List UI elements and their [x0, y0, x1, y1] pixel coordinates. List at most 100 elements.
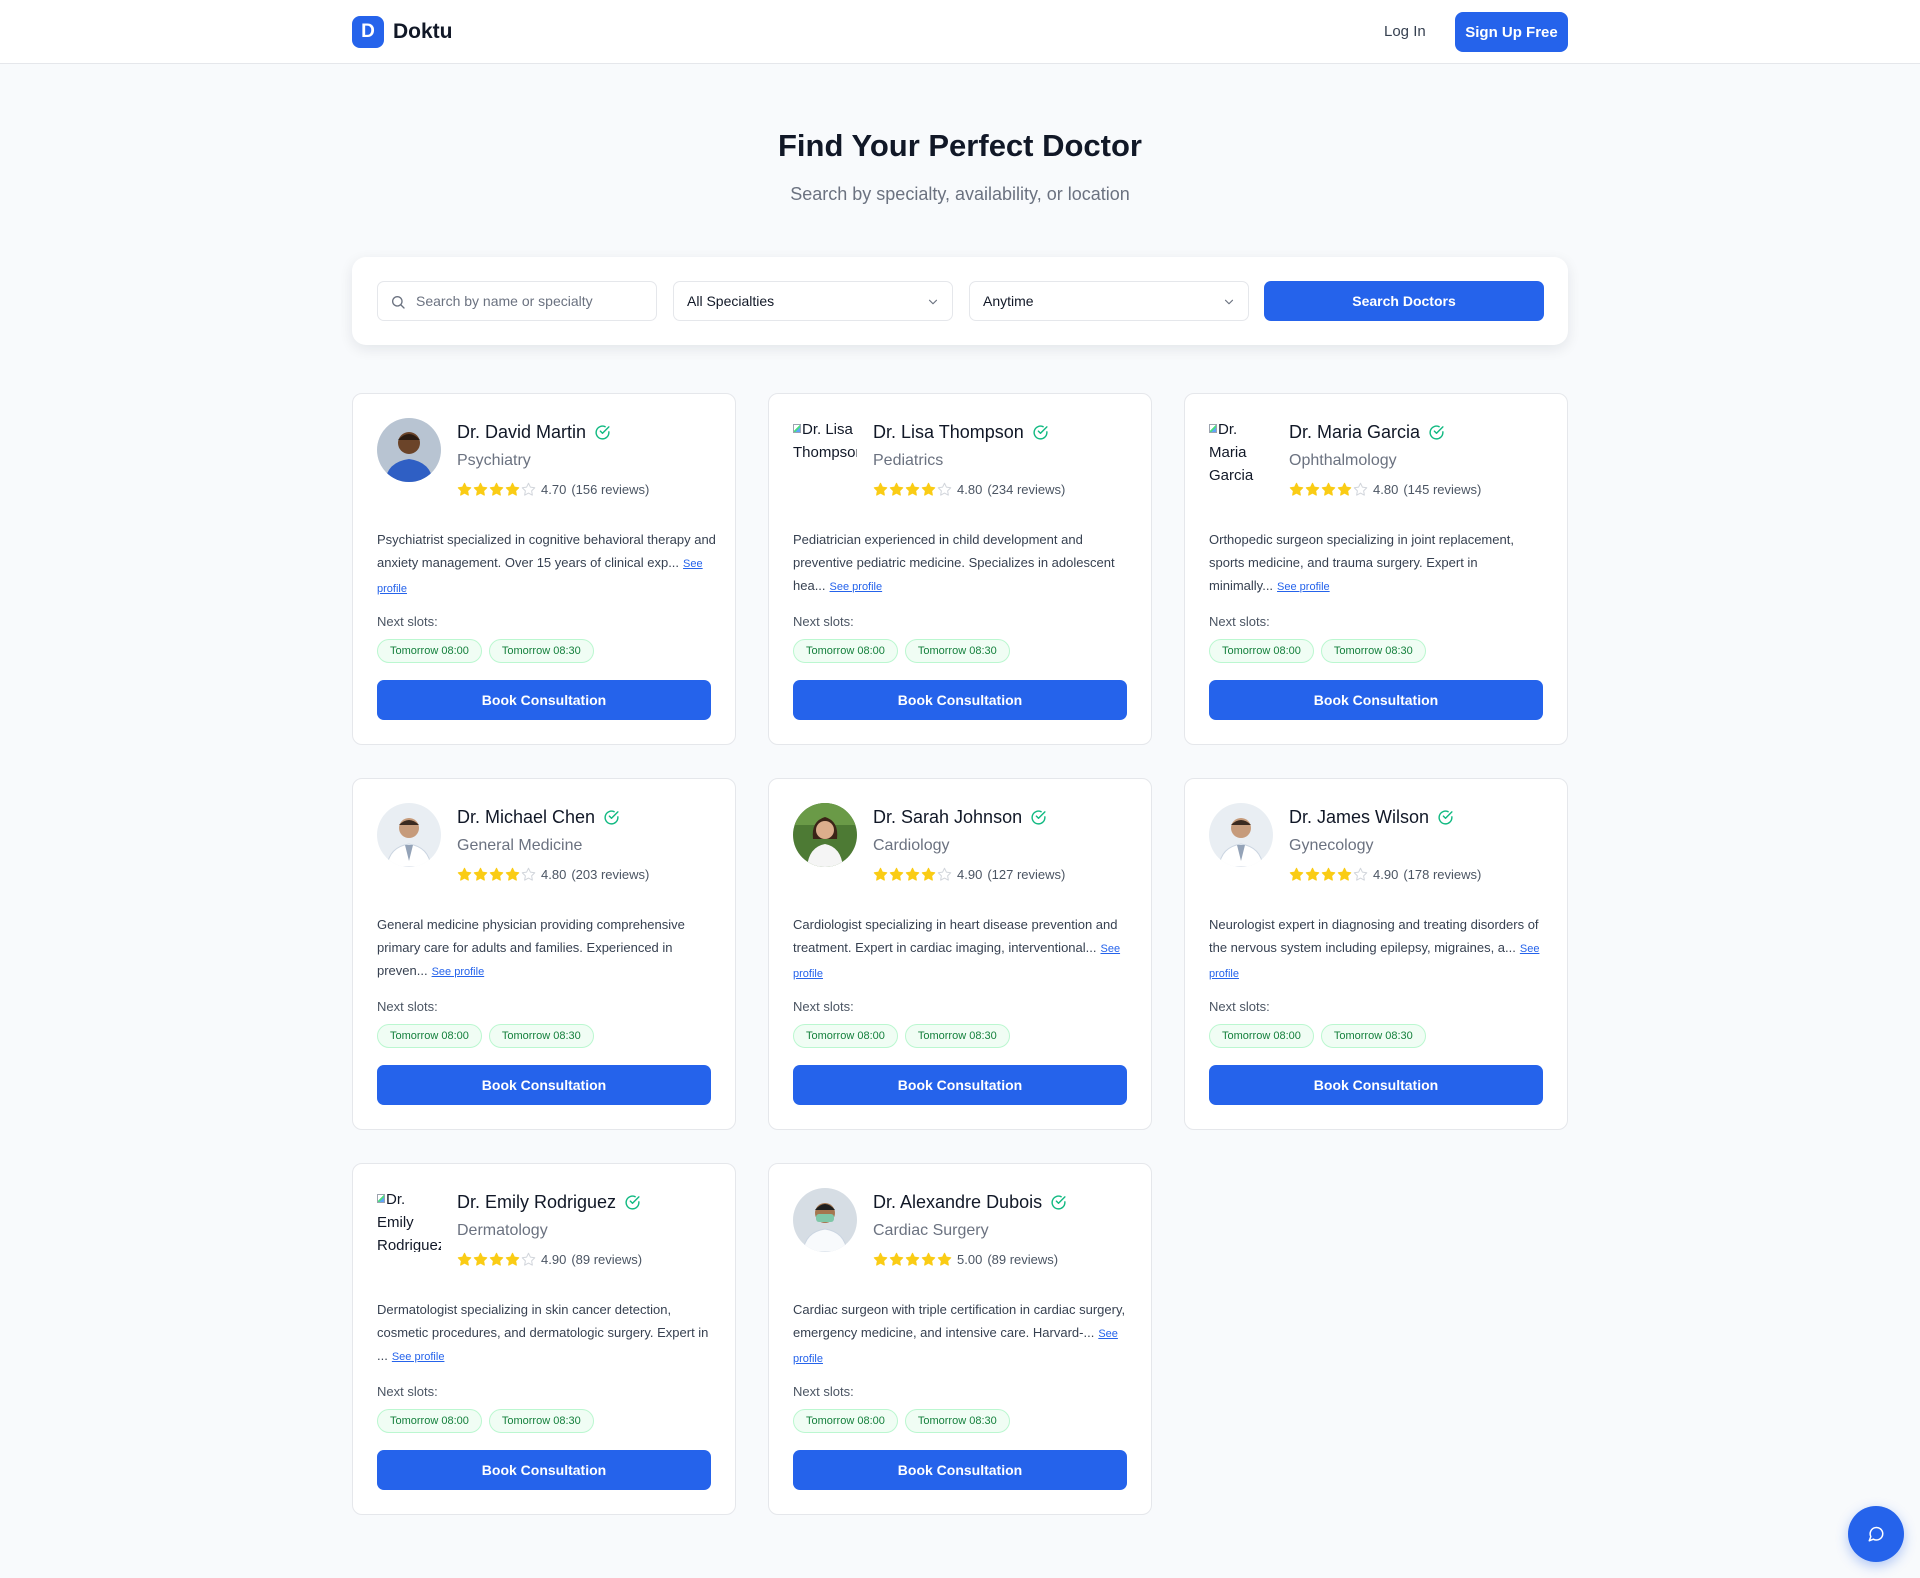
doctor-avatar-broken[interactable]: Dr. Lisa Thompson: [793, 418, 857, 482]
book-consultation-button[interactable]: Book Consultation: [1209, 1065, 1543, 1105]
verified-check-icon: [1438, 810, 1453, 825]
book-consultation-button[interactable]: Book Consultation: [793, 680, 1127, 720]
doctor-name[interactable]: Dr. Alexandre Dubois: [873, 1192, 1042, 1213]
slot-chip[interactable]: Tomorrow 08:30: [488, 1409, 594, 1433]
slot-chip[interactable]: Tomorrow 08:00: [793, 639, 898, 663]
search-field[interactable]: [377, 281, 657, 321]
doctor-avatar[interactable]: [793, 1188, 857, 1252]
slot-chip[interactable]: Tomorrow 08:00: [1209, 1024, 1314, 1048]
star-empty-icon: [1353, 867, 1368, 881]
doctor-name[interactable]: Dr. James Wilson: [1289, 807, 1429, 828]
doctor-name[interactable]: Dr. Sarah Johnson: [873, 807, 1022, 828]
slot-chip[interactable]: Tomorrow 08:00: [377, 639, 482, 663]
broken-image-icon: [793, 424, 801, 433]
doctor-name[interactable]: Dr. David Martin: [457, 422, 586, 443]
book-consultation-button[interactable]: Book Consultation: [377, 1065, 711, 1105]
next-slots-label: Next slots:: [793, 1384, 854, 1399]
rating-value: 4.90: [541, 1252, 567, 1267]
book-consultation-button[interactable]: Book Consultation: [1209, 680, 1543, 720]
availability-select[interactable]: Anytime: [969, 281, 1249, 321]
specialty-select-value: All Specialties: [687, 293, 775, 309]
doctor-name-row: Dr. Maria Garcia: [1289, 422, 1445, 443]
doctor-description-text: Cardiac surgeon with triple certificatio…: [793, 1302, 1126, 1340]
slot-chip[interactable]: Tomorrow 08:00: [377, 1024, 482, 1048]
doctor-description: General medicine physician providing com…: [377, 913, 717, 984]
doctor-cards-grid: Dr. David Martin Psychiatry 4.70 (156 re…: [352, 393, 1568, 1515]
star-filled-icon: [473, 1252, 488, 1266]
rating-stars: [1289, 482, 1368, 497]
slot-chip[interactable]: Tomorrow 08:30: [904, 1409, 1010, 1433]
doctor-card: Dr. Sarah Johnson Cardiology 4.90 (127 r…: [768, 778, 1152, 1130]
avatar-alt-text: Dr. Emily Rodriguez: [377, 1191, 441, 1252]
doctor-name-row: Dr. Sarah Johnson: [873, 807, 1047, 828]
star-filled-icon: [937, 1252, 952, 1266]
doctor-avatar[interactable]: [1209, 803, 1273, 867]
star-filled-icon: [873, 482, 888, 496]
search-input[interactable]: [416, 282, 646, 320]
brand[interactable]: D Doktu: [352, 16, 453, 48]
rating-value: 4.80: [541, 867, 567, 882]
doctor-rating: 4.90 (127 reviews): [873, 867, 1065, 882]
doctor-avatar[interactable]: [377, 803, 441, 867]
star-filled-icon: [457, 867, 472, 881]
slot-chip[interactable]: Tomorrow 08:30: [1320, 1024, 1426, 1048]
star-filled-icon: [921, 482, 936, 496]
see-profile-link[interactable]: See profile: [1277, 581, 1330, 593]
star-filled-icon: [873, 1252, 888, 1266]
star-filled-icon: [889, 1252, 904, 1266]
doctor-description: Dermatologist specializing in skin cance…: [377, 1298, 717, 1369]
slot-chip[interactable]: Tomorrow 08:30: [904, 1024, 1010, 1048]
doctor-avatar-broken[interactable]: Dr. Maria Garcia: [1209, 418, 1273, 482]
slot-chip[interactable]: Tomorrow 08:00: [1209, 639, 1314, 663]
doctor-card: Dr. James Wilson Gynecology 4.90 (178 re…: [1184, 778, 1568, 1130]
slot-chip[interactable]: Tomorrow 08:00: [793, 1024, 898, 1048]
doctor-name[interactable]: Dr. Michael Chen: [457, 807, 595, 828]
doctor-rating: 5.00 (89 reviews): [873, 1252, 1058, 1267]
doctor-name[interactable]: Dr. Lisa Thompson: [873, 422, 1024, 443]
doctor-rating: 4.70 (156 reviews): [457, 482, 649, 497]
doctor-avatar-broken[interactable]: Dr. Emily Rodriguez: [377, 1188, 441, 1252]
rating-value: 4.70: [541, 482, 567, 497]
book-consultation-button[interactable]: Book Consultation: [377, 680, 711, 720]
slot-chip[interactable]: Tomorrow 08:30: [904, 639, 1010, 663]
doctor-name[interactable]: Dr. Emily Rodriguez: [457, 1192, 616, 1213]
slot-chip[interactable]: Tomorrow 08:00: [793, 1409, 898, 1433]
login-link[interactable]: Log In: [1384, 23, 1426, 40]
see-profile-link[interactable]: See profile: [830, 581, 883, 593]
chevron-down-icon: [1224, 299, 1234, 305]
doctor-photo-icon: [793, 1188, 857, 1252]
rating-value: 5.00: [957, 1252, 983, 1267]
doctor-name[interactable]: Dr. Maria Garcia: [1289, 422, 1420, 443]
next-slots-label: Next slots:: [377, 614, 438, 629]
star-filled-icon: [457, 1252, 472, 1266]
verified-check-icon: [625, 1195, 640, 1210]
slots-list: Tomorrow 08:00 Tomorrow 08:30: [377, 1409, 594, 1433]
see-profile-link[interactable]: See profile: [432, 966, 485, 978]
slot-chip[interactable]: Tomorrow 08:30: [488, 1024, 594, 1048]
book-consultation-button[interactable]: Book Consultation: [377, 1450, 711, 1490]
doctor-avatar[interactable]: [377, 418, 441, 482]
next-slots-label: Next slots:: [1209, 999, 1270, 1014]
slot-chip[interactable]: Tomorrow 08:30: [488, 639, 594, 663]
book-consultation-button[interactable]: Book Consultation: [793, 1450, 1127, 1490]
see-profile-link[interactable]: See profile: [392, 1351, 445, 1363]
specialty-select[interactable]: All Specialties: [673, 281, 953, 321]
star-filled-icon: [873, 867, 888, 881]
slot-chip[interactable]: Tomorrow 08:00: [377, 1409, 482, 1433]
chevron-down-icon: [928, 299, 938, 305]
search-doctors-button[interactable]: Search Doctors: [1264, 281, 1544, 321]
book-consultation-button[interactable]: Book Consultation: [793, 1065, 1127, 1105]
verified-check-icon: [1033, 425, 1048, 440]
rating-value: 4.80: [1373, 482, 1399, 497]
doctor-card: Dr. Emily Rodriguez Dr. Emily Rodriguez …: [352, 1163, 736, 1515]
chat-button[interactable]: [1848, 1506, 1904, 1562]
slot-chip[interactable]: Tomorrow 08:30: [1320, 639, 1426, 663]
doctor-avatar[interactable]: [793, 803, 857, 867]
rating-stars: [457, 867, 536, 882]
brand-logo: D: [352, 16, 384, 48]
star-filled-icon: [505, 867, 520, 881]
signup-button[interactable]: Sign Up Free: [1455, 12, 1568, 52]
star-filled-icon: [1321, 482, 1336, 496]
star-filled-icon: [921, 867, 936, 881]
search-panel: All Specialties Anytime Search Doctors: [352, 257, 1568, 345]
